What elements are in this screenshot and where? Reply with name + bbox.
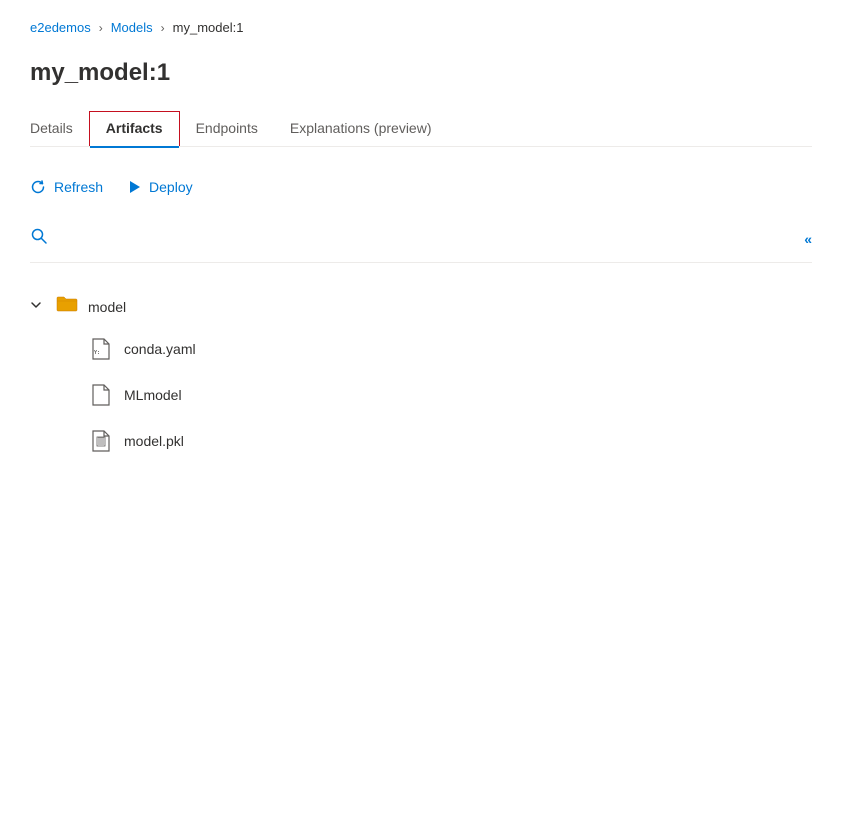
svg-text:Y:: Y: — [94, 350, 100, 356]
deploy-button[interactable]: Deploy — [127, 175, 193, 199]
breadcrumb: e2edemos › Models › my_model:1 — [30, 20, 812, 35]
file-mlmodel[interactable]: MLmodel — [90, 372, 812, 418]
tab-artifacts[interactable]: Artifacts — [89, 111, 180, 146]
tabs-container: Details Artifacts Endpoints Explanations… — [30, 111, 812, 147]
search-input[interactable] — [56, 231, 804, 247]
page-title: my_model:1 — [30, 59, 812, 87]
search-icon[interactable] — [30, 227, 48, 250]
breadcrumb-e2edemos[interactable]: e2edemos — [30, 20, 91, 35]
file-name-model-pkl: model.pkl — [124, 433, 184, 449]
breadcrumb-models[interactable]: Models — [111, 20, 153, 35]
folder-icon — [56, 295, 78, 318]
refresh-button[interactable]: Refresh — [30, 175, 103, 199]
chevron-down-icon — [30, 299, 46, 314]
folder-model[interactable]: model — [30, 287, 812, 326]
breadcrumb-sep-1: › — [99, 21, 103, 35]
collapse-icon[interactable]: « — [804, 231, 812, 247]
deploy-icon — [127, 180, 141, 194]
tab-endpoints[interactable]: Endpoints — [180, 112, 274, 146]
file-name-mlmodel: MLmodel — [124, 387, 182, 403]
deploy-label: Deploy — [149, 179, 193, 195]
folder-name-model: model — [88, 299, 126, 315]
file-conda-yaml[interactable]: Y: conda.yaml — [90, 326, 812, 372]
yaml-file-icon: Y: — [90, 338, 112, 360]
file-model-pkl[interactable]: model.pkl — [90, 418, 812, 464]
search-bar: « — [30, 227, 812, 263]
refresh-label: Refresh — [54, 179, 103, 195]
main-container: e2edemos › Models › my_model:1 my_model:… — [0, 0, 842, 492]
pkl-file-icon — [90, 430, 112, 452]
tab-details[interactable]: Details — [30, 112, 89, 146]
generic-file-icon — [90, 384, 112, 406]
tab-explanations[interactable]: Explanations (preview) — [274, 112, 448, 146]
refresh-icon — [30, 179, 46, 195]
tree-children: Y: conda.yaml MLmodel — [30, 326, 812, 464]
breadcrumb-current: my_model:1 — [173, 20, 244, 35]
file-name-conda-yaml: conda.yaml — [124, 341, 196, 357]
toolbar: Refresh Deploy — [30, 167, 812, 207]
file-tree: model Y: conda.yaml — [30, 279, 812, 472]
breadcrumb-sep-2: › — [161, 21, 165, 35]
